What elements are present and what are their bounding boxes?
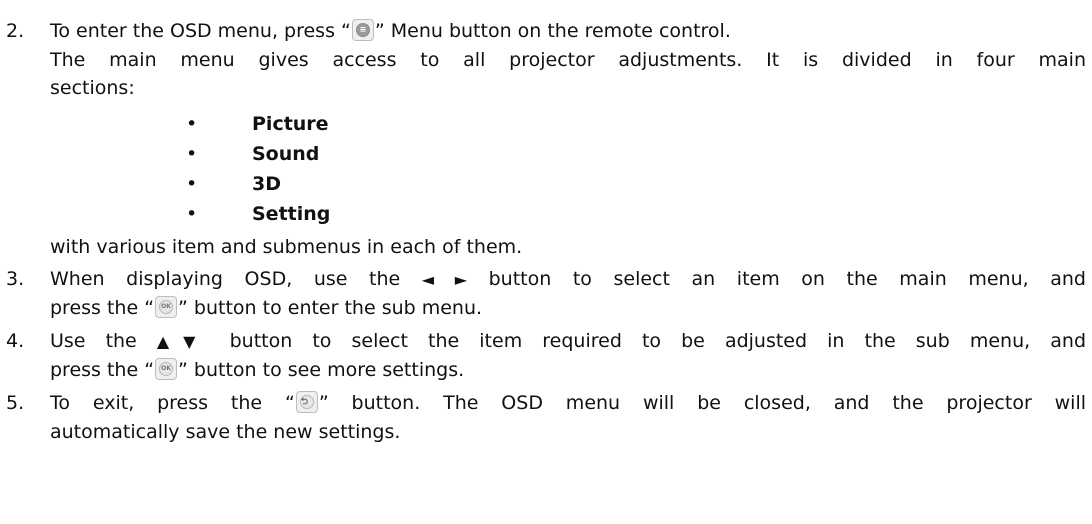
step-number: 2. — [6, 20, 25, 42]
menu-button-icon: ≡ — [351, 19, 374, 41]
left-right-arrows-icon: ◄ ► — [421, 270, 468, 289]
step-2-description: The main menu gives access to all projec… — [50, 49, 1086, 71]
section-label: Setting — [252, 203, 331, 225]
step-3-text-b: button to select an item on the main men… — [488, 268, 1086, 290]
bullet: • — [186, 203, 198, 225]
bullet: • — [186, 173, 198, 195]
step-2-description-cont: sections: — [50, 77, 135, 99]
return-button-icon: ⮌ — [295, 391, 318, 413]
step-number: 3. — [6, 268, 25, 290]
step-4-text-b: button to select the item required to be… — [229, 330, 1087, 352]
step-3-line-2: press the “OK” button to enter the sub m… — [50, 296, 483, 319]
section-label: Picture — [252, 113, 329, 135]
ok-button-icon: OK — [155, 358, 178, 380]
step-2-text-b: ” Menu button on the remote control. — [374, 20, 731, 42]
step-2-text-a: To enter the OSD menu, press “ — [50, 20, 351, 42]
step-4-line-2: press the “OK” button to see more settin… — [50, 358, 465, 381]
step-5-line-2: automatically save the new settings. — [50, 421, 401, 443]
ok-button-icon: OK — [155, 296, 178, 318]
bullet: • — [186, 143, 198, 165]
step-number: 5. — [6, 392, 25, 414]
section-label: Sound — [252, 143, 320, 165]
step-number: 4. — [6, 330, 25, 352]
step-2-after: with various item and submenus in each o… — [50, 236, 523, 258]
step-4-text-a: Use the — [50, 330, 137, 352]
bullet: • — [186, 113, 198, 135]
up-down-arrows-icon: ▲▼ — [156, 332, 210, 351]
section-label: 3D — [252, 173, 281, 195]
step-3-text-a: When displaying OSD, use the — [50, 268, 401, 290]
